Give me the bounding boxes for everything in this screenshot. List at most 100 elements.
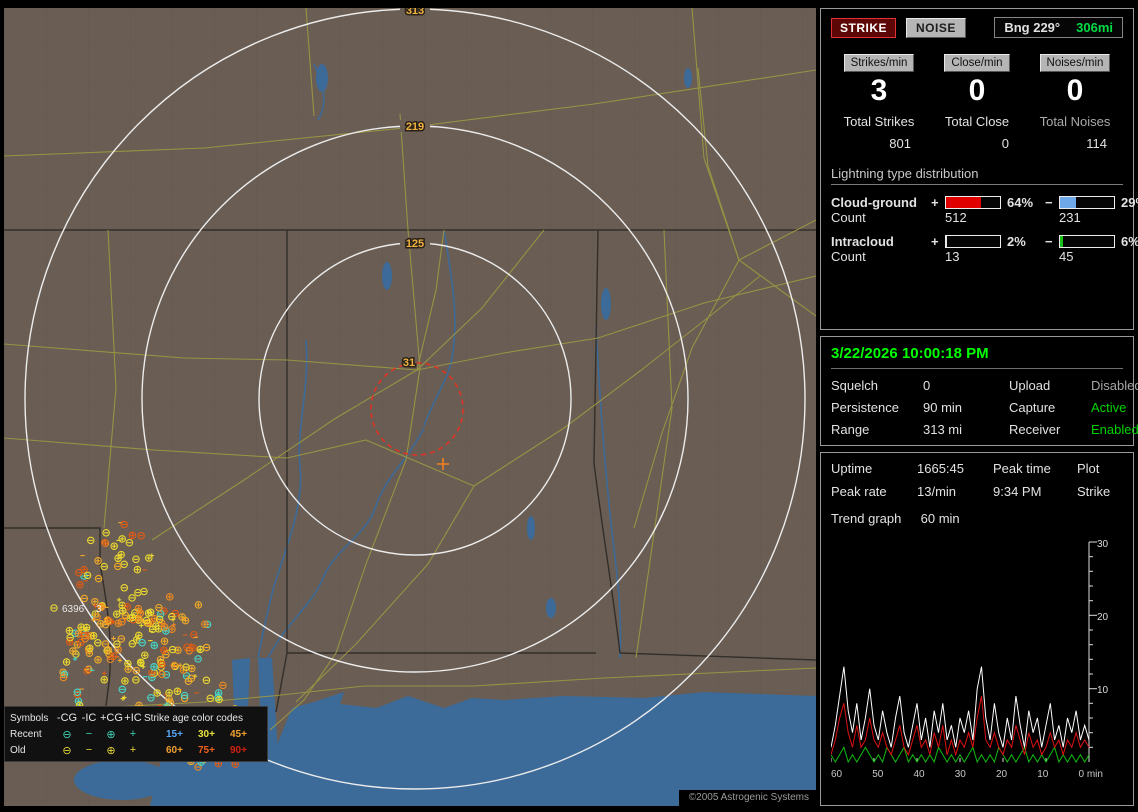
persistence-label: Persistence xyxy=(831,400,923,415)
circle-minus-icon: ⊖ xyxy=(56,744,78,757)
intracloud-label: Intracloud xyxy=(831,234,931,249)
age-45: 45+ xyxy=(230,729,262,740)
cg-negative-bar xyxy=(1059,196,1115,209)
legend-old-label: Old xyxy=(10,745,56,756)
map-view[interactable]: 6396 3 313 219 125 31 Symbols -CG -IC +C… xyxy=(4,8,816,806)
ring-label-219: 219 xyxy=(406,121,424,133)
distribution-title: Lightning type distribution xyxy=(831,166,1123,185)
noises-per-min-value: 0 xyxy=(1027,74,1123,108)
age-30: 30+ xyxy=(198,729,230,740)
trend-panel: Uptime 1665:45 Peak time Plot Peak rate … xyxy=(820,452,1134,806)
xtick-40: 40 xyxy=(914,769,925,780)
upload-label: Upload xyxy=(1009,378,1091,393)
ic-negative-count: 45 xyxy=(1059,249,1117,264)
legend-recent-label: Recent xyxy=(10,729,56,740)
cg-negative-pct: 29% xyxy=(1117,195,1138,210)
ic-positive-bar xyxy=(945,235,1001,248)
cell-id: 6396 xyxy=(62,604,85,615)
persistence-value: 90 min xyxy=(923,400,1009,415)
strikes-per-min-value: 3 xyxy=(831,74,927,108)
age-75: 75+ xyxy=(198,745,230,756)
legend-symbols-header: Symbols xyxy=(10,713,56,724)
peak-rate-label: Peak rate xyxy=(831,484,917,499)
trend-chart: 30 20 10 60 50 40 30 20 10 0 min xyxy=(831,538,1123,780)
ic-positive-pct: 2% xyxy=(1003,234,1045,249)
lightning-tracker-window: 6396 3 313 219 125 31 Symbols -CG -IC +C… xyxy=(0,0,1138,812)
cloud-ground-count-row: Count 512 231 xyxy=(831,210,1123,225)
total-noises-value: 114 xyxy=(1027,136,1123,151)
status-panel: 3/22/2026 10:00:18 PM Squelch 0 Upload D… xyxy=(820,336,1134,446)
strikes-per-min-button[interactable]: Strikes/min xyxy=(844,54,915,72)
uptime-label: Uptime xyxy=(831,461,917,476)
trend-chart-canvas: 30 20 10 xyxy=(831,538,1121,766)
count-label: Count xyxy=(831,249,931,264)
total-strikes-label: Total Strikes xyxy=(831,114,927,129)
side-panel: STRIKE NOISE Bng 229° 306mi Strikes/min … xyxy=(820,8,1134,806)
cg-negative-count: 231 xyxy=(1059,210,1117,225)
cg-positive-pct: 64% xyxy=(1003,195,1045,210)
ring-label-125: 125 xyxy=(406,238,424,250)
peak-rate-value: 13/min xyxy=(917,484,993,499)
legend-row-recent: Recent ⊖ − ⊕ + 15+ 30+ 45+ xyxy=(10,726,262,742)
capture-value: Active xyxy=(1091,400,1138,415)
strike-legend: Symbols -CG -IC +CG +IC Strike age color… xyxy=(4,706,268,762)
total-strikes-value: 801 xyxy=(831,136,927,151)
plus-sign: + xyxy=(931,195,945,210)
peak-time-label: Peak time xyxy=(993,461,1077,476)
minus-sign: − xyxy=(1045,234,1059,249)
uptime-value: 1665:45 xyxy=(917,461,993,476)
intracloud-row: Intracloud + 2% − 6% xyxy=(831,234,1123,249)
trend-graph-label: Trend graph xyxy=(831,511,917,526)
ic-negative-bar xyxy=(1059,235,1115,248)
strike-toggle-button[interactable]: STRIKE xyxy=(831,18,896,38)
circle-plus-icon: ⊕ xyxy=(100,744,122,757)
ring-label-313: 313 xyxy=(406,8,424,17)
xtick-60: 60 xyxy=(831,769,842,780)
range-value: 313 mi xyxy=(923,422,1009,437)
bearing-label: Bng 229° xyxy=(1004,20,1060,35)
legend-col-neg-ic: -IC xyxy=(78,712,100,724)
circle-plus-icon: ⊕ xyxy=(100,728,122,741)
minus-sign: − xyxy=(1045,195,1059,210)
squelch-label: Squelch xyxy=(831,378,923,393)
xtick-0: 0 min xyxy=(1079,769,1103,780)
receiver-value: Enabled xyxy=(1091,422,1138,437)
ytick-20: 20 xyxy=(1097,612,1109,623)
cloud-ground-row: Cloud-ground + 64% − 29% xyxy=(831,195,1123,210)
age-15: 15+ xyxy=(166,729,198,740)
receiver-label: Receiver xyxy=(1009,422,1091,437)
cloud-ground-label: Cloud-ground xyxy=(831,195,931,210)
plus-sign: + xyxy=(931,234,945,249)
bearing-distance: 306mi xyxy=(1076,20,1113,35)
copyright-notice: ©2005 Astrogenic Systems xyxy=(679,790,816,806)
close-per-min-button[interactable]: Close/min xyxy=(944,54,1009,72)
intracloud-count-row: Count 13 45 xyxy=(831,249,1123,264)
trend-graph-window: 60 min xyxy=(921,511,960,526)
age-90: 90+ xyxy=(230,745,262,756)
close-per-min-value: 0 xyxy=(929,74,1025,108)
legend-row-old: Old ⊖ − ⊕ + 60+ 75+ 90+ xyxy=(10,742,262,758)
ring-label-31: 31 xyxy=(403,357,415,369)
map-canvas[interactable]: 6396 3 313 219 125 31 xyxy=(4,8,816,806)
plot-label: Plot xyxy=(1077,461,1123,476)
legend-col-pos-ic: +IC xyxy=(122,712,144,724)
xtick-20: 20 xyxy=(996,769,1007,780)
count-label: Count xyxy=(831,210,931,225)
plus-icon: + xyxy=(122,744,144,756)
noises-per-min-button[interactable]: Noises/min xyxy=(1040,54,1111,72)
total-noises-label: Total Noises xyxy=(1027,114,1123,129)
upload-value: Disabled xyxy=(1091,378,1138,393)
age-60: 60+ xyxy=(166,745,198,756)
plot-value: Strike xyxy=(1077,484,1123,499)
minus-icon: − xyxy=(78,744,100,756)
noise-toggle-button[interactable]: NOISE xyxy=(906,18,966,38)
cg-positive-count: 512 xyxy=(945,210,1003,225)
legend-col-neg-cg: -CG xyxy=(56,712,78,724)
peak-time-value: 9:34 PM xyxy=(993,484,1077,499)
ytick-10: 10 xyxy=(1097,685,1109,696)
ic-positive-count: 13 xyxy=(945,249,1003,264)
capture-label: Capture xyxy=(1009,400,1091,415)
ytick-30: 30 xyxy=(1097,539,1109,550)
xtick-50: 50 xyxy=(872,769,883,780)
legend-col-pos-cg: +CG xyxy=(100,712,122,724)
